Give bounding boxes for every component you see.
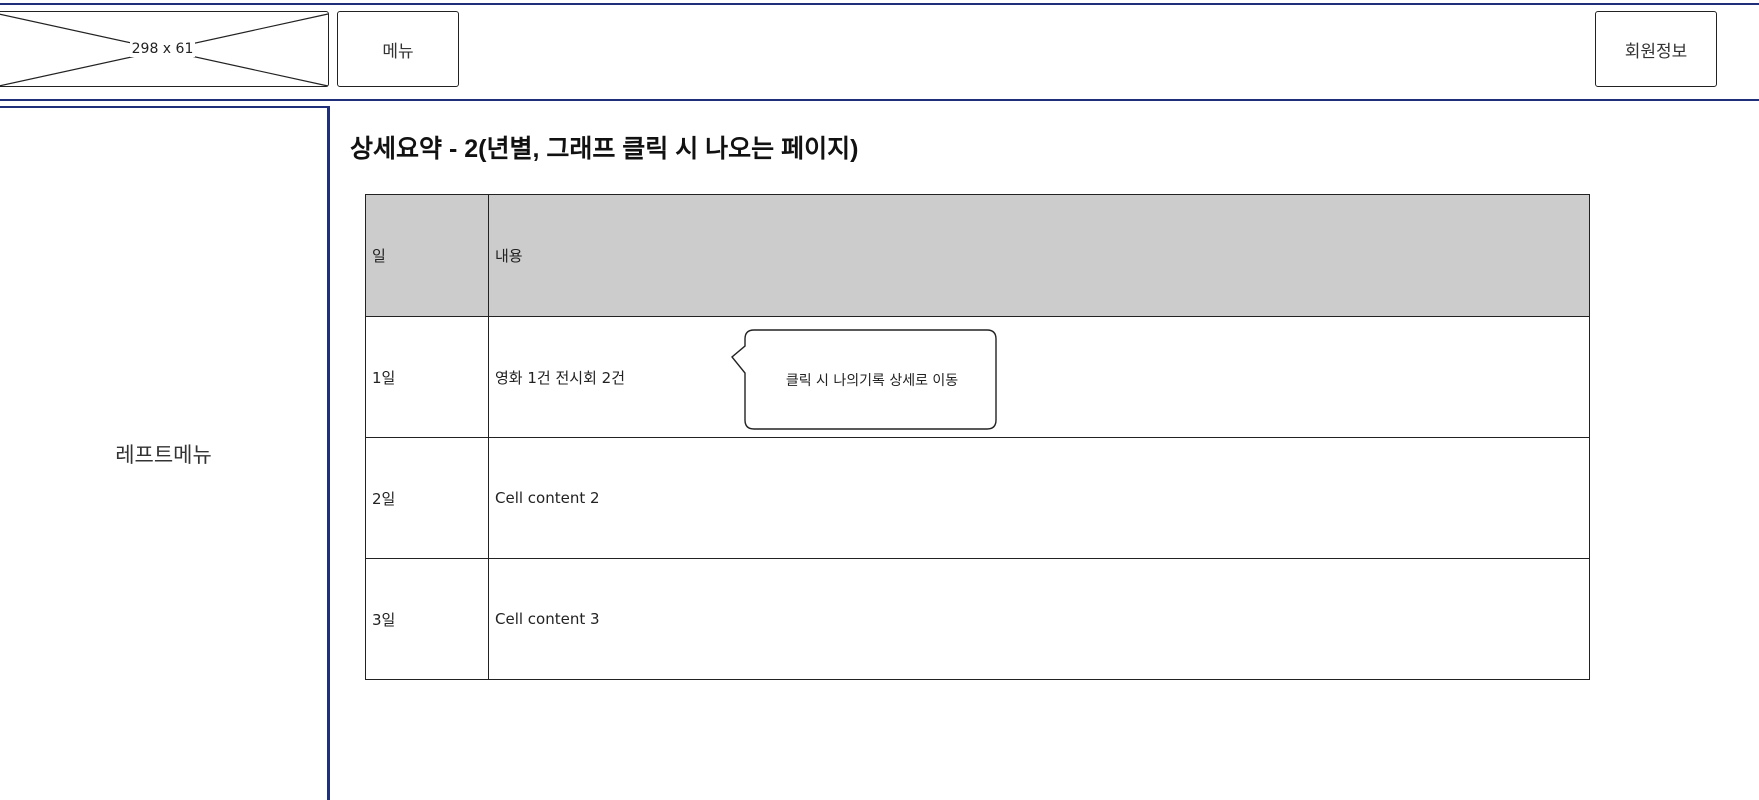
menu-button[interactable]: 메뉴 — [337, 11, 459, 87]
column-header-content: 내용 — [488, 194, 1590, 317]
placeholder-cross-icon — [0, 13, 329, 87]
menu-button-label: 메뉴 — [382, 41, 414, 62]
row-day-cell: 2일 — [365, 437, 489, 559]
header-top-border — [0, 3, 1759, 5]
sidebar-right-border — [327, 106, 330, 800]
row-content-cell[interactable]: 영화 1건 전시회 2건 — [488, 316, 1590, 438]
row-day-cell: 3일 — [365, 558, 489, 680]
logo-image-placeholder[interactable]: 298 x 61 — [0, 11, 329, 87]
left-menu[interactable]: 레프트메뉴 — [0, 108, 327, 800]
member-info-label: 회원정보 — [1624, 41, 1688, 62]
column-header-day: 일 — [365, 194, 489, 317]
left-menu-label: 레프트메뉴 — [115, 443, 212, 467]
row-day-cell: 1일 — [365, 316, 489, 438]
header-bottom-border — [0, 99, 1759, 101]
row-content-cell[interactable]: Cell content 3 — [488, 558, 1590, 680]
member-info-button[interactable]: 회원정보 — [1595, 11, 1717, 87]
page-title: 상세요약 - 2(년별, 그래프 클릭 시 나오는 페이지) — [350, 135, 859, 163]
daily-summary-table: 일 내용 1일 영화 1건 전시회 2건 2일 Cell content 2 3… — [365, 194, 1590, 680]
table-row[interactable]: 2일 Cell content 2 — [365, 437, 1590, 559]
annotation-callout: 클릭 시 나의기록 상세로 이동 — [730, 329, 998, 431]
row-content-cell[interactable]: Cell content 2 — [488, 437, 1590, 559]
table-row[interactable]: 3일 Cell content 3 — [365, 558, 1590, 680]
table-header-row: 일 내용 — [365, 194, 1590, 317]
annotation-callout-text: 클릭 시 나의기록 상세로 이동 — [785, 373, 959, 389]
